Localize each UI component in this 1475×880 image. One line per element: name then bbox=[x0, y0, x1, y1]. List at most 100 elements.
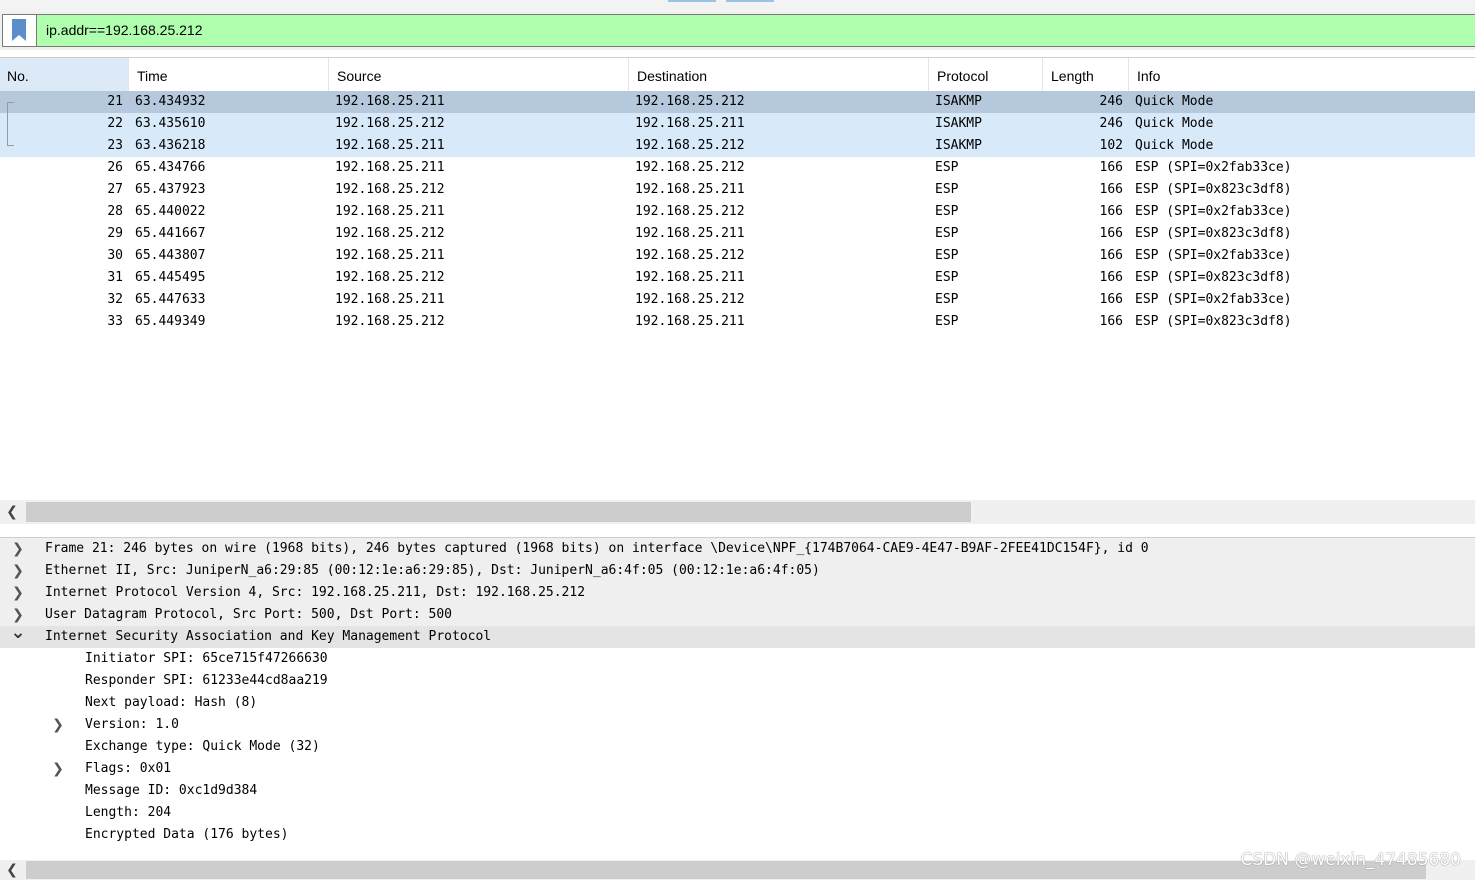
detail-tree-label: Internet Protocol Version 4, Src: 192.16… bbox=[45, 585, 586, 600]
packet-cell-src: 192.168.25.212 bbox=[335, 270, 445, 285]
packet-cell-len: 166 bbox=[1099, 248, 1123, 263]
packet-cell-len: 166 bbox=[1099, 182, 1123, 197]
packet-row[interactable]: 27 65.437923 192.168.25.212 192.168.25.211 E… bbox=[0, 179, 1475, 201]
packet-cell-info: ESP (SPI=0x2fab33ce) bbox=[1135, 248, 1292, 263]
chevron-left-icon[interactable]: ❮ bbox=[0, 500, 24, 524]
packet-cell-proto: ISAKMP bbox=[935, 138, 982, 153]
packet-cell-info: ESP (SPI=0x2fab33ce) bbox=[1135, 204, 1292, 219]
detail-tree-label: Encrypted Data (176 bytes) bbox=[85, 827, 289, 842]
detail-tree-label: Responder SPI: 61233e44cd8aa219 bbox=[85, 673, 328, 688]
detail-tree-label: Frame 21: 246 bytes on wire (1968 bits),… bbox=[45, 541, 1149, 556]
detail-tree-item[interactable]: ❯ User Datagram Protocol, Src Port: 500, … bbox=[0, 604, 1475, 626]
packet-cell-src: 192.168.25.211 bbox=[335, 138, 445, 153]
packet-cell-dst: 192.168.25.212 bbox=[635, 204, 745, 219]
packet-row[interactable]: 30 65.443807 192.168.25.211 192.168.25.212 E… bbox=[0, 245, 1475, 267]
packet-cell-no: 23 bbox=[107, 138, 123, 153]
chevron-down-icon[interactable]: ⌄ bbox=[10, 624, 26, 648]
packet-cell-src: 192.168.25.211 bbox=[335, 160, 445, 175]
packet-cell-len: 166 bbox=[1099, 204, 1123, 219]
packet-cell-len: 166 bbox=[1099, 226, 1123, 241]
packet-cell-info: ESP (SPI=0x2fab33ce) bbox=[1135, 160, 1292, 175]
packet-cell-proto: ESP bbox=[935, 226, 959, 241]
detail-tree-item[interactable]: ❯ Ethernet II, Src: JuniperN_a6:29:85 (00… bbox=[0, 560, 1475, 582]
chevron-right-icon[interactable]: ❯ bbox=[50, 714, 66, 736]
detail-tree-label: Next payload: Hash (8) bbox=[85, 695, 258, 710]
packet-cell-info: ESP (SPI=0x823c3df8) bbox=[1135, 226, 1292, 241]
packet-cell-src: 192.168.25.212 bbox=[335, 116, 445, 131]
packet-row[interactable]: 21 63.434932 192.168.25.211 192.168.25.212 I… bbox=[0, 91, 1475, 113]
packet-row[interactable]: 26 65.434766 192.168.25.211 192.168.25.212 E… bbox=[0, 157, 1475, 179]
packet-row[interactable]: 23 63.436218 192.168.25.211 192.168.25.212 I… bbox=[0, 135, 1475, 157]
packet-cell-no: 30 bbox=[107, 248, 123, 263]
detail-tree-item[interactable]: Encrypted Data (176 bytes) bbox=[0, 824, 1475, 846]
packet-cell-dst: 192.168.25.211 bbox=[635, 226, 745, 241]
detail-tree-item[interactable]: Exchange type: Quick Mode (32) bbox=[0, 736, 1475, 758]
packet-cell-time: 63.434932 bbox=[135, 94, 206, 109]
packet-cell-dst: 192.168.25.211 bbox=[635, 314, 745, 329]
packet-list: 21 63.434932 192.168.25.211 192.168.25.212 I… bbox=[0, 91, 1475, 333]
chevron-right-icon[interactable]: ❯ bbox=[10, 560, 26, 582]
packet-cell-no: 27 bbox=[107, 182, 123, 197]
detail-tree-label: Internet Security Association and Key Ma… bbox=[45, 629, 492, 644]
packet-cell-len: 166 bbox=[1099, 314, 1123, 329]
packet-cell-no: 33 bbox=[107, 314, 123, 329]
column-header-source[interactable]: Source bbox=[329, 58, 629, 92]
packet-row[interactable]: 22 63.435610 192.168.25.212 192.168.25.211 I… bbox=[0, 113, 1475, 135]
column-header-no[interactable]: No. bbox=[0, 58, 129, 92]
column-header-destination[interactable]: Destination bbox=[629, 58, 929, 92]
chevron-right-icon[interactable]: ❯ bbox=[50, 758, 66, 780]
packet-cell-dst: 192.168.25.212 bbox=[635, 248, 745, 263]
packet-cell-len: 166 bbox=[1099, 270, 1123, 285]
detail-tree-item[interactable]: Initiator SPI: 65ce715f47266630 bbox=[0, 648, 1475, 670]
detail-tree-item[interactable]: ❯ Version: 1.0 bbox=[0, 714, 1475, 736]
display-filter-input[interactable]: ip.addr==192.168.25.212 bbox=[2, 14, 1475, 47]
packet-cell-no: 22 bbox=[107, 116, 123, 131]
chevron-left-icon[interactable]: ❮ bbox=[0, 860, 24, 880]
packet-cell-src: 192.168.25.212 bbox=[335, 314, 445, 329]
packet-cell-proto: ISAKMP bbox=[935, 116, 982, 131]
scrollbar-thumb[interactable] bbox=[26, 861, 1426, 879]
column-header-info[interactable]: Info bbox=[1129, 58, 1475, 92]
detail-tree-item[interactable]: ❯ Flags: 0x01 bbox=[0, 758, 1475, 780]
packet-cell-proto: ESP bbox=[935, 270, 959, 285]
packet-row[interactable]: 29 65.441667 192.168.25.212 192.168.25.211 E… bbox=[0, 223, 1475, 245]
packet-cell-len: 166 bbox=[1099, 292, 1123, 307]
packet-cell-dst: 192.168.25.211 bbox=[635, 182, 745, 197]
packet-cell-time: 65.443807 bbox=[135, 248, 206, 263]
chevron-right-icon[interactable]: ❯ bbox=[10, 582, 26, 604]
detail-tree-label: Exchange type: Quick Mode (32) bbox=[85, 739, 320, 754]
chevron-right-icon[interactable]: ❯ bbox=[10, 538, 26, 560]
detail-tree-item[interactable]: ❯ Internet Protocol Version 4, Src: 192.1… bbox=[0, 582, 1475, 604]
packet-cell-proto: ESP bbox=[935, 160, 959, 175]
detail-tree-item[interactable]: Length: 204 bbox=[0, 802, 1475, 824]
packet-row[interactable]: 31 65.445495 192.168.25.212 192.168.25.211 E… bbox=[0, 267, 1475, 289]
packet-cell-info: Quick Mode bbox=[1135, 116, 1214, 131]
detail-tree-label: Message ID: 0xc1d9d384 bbox=[85, 783, 258, 798]
detail-tree-item[interactable]: ❯ Frame 21: 246 bytes on wire (1968 bits)… bbox=[0, 538, 1475, 560]
packet-cell-info: ESP (SPI=0x823c3df8) bbox=[1135, 314, 1292, 329]
packet-row[interactable]: 33 65.449349 192.168.25.212 192.168.25.211 E… bbox=[0, 311, 1475, 333]
packet-cell-src: 192.168.25.211 bbox=[335, 204, 445, 219]
detail-tree-item[interactable]: Next payload: Hash (8) bbox=[0, 692, 1475, 714]
column-header-time[interactable]: Time bbox=[129, 58, 329, 92]
column-header-length[interactable]: Length bbox=[1043, 58, 1129, 92]
detail-tree-item[interactable]: Message ID: 0xc1d9d384 bbox=[0, 780, 1475, 802]
packet-row[interactable]: 32 65.447633 192.168.25.211 192.168.25.212 E… bbox=[0, 289, 1475, 311]
packet-cell-dst: 192.168.25.212 bbox=[635, 94, 745, 109]
packet-cell-info: ESP (SPI=0x2fab33ce) bbox=[1135, 292, 1292, 307]
packet-row[interactable]: 28 65.440022 192.168.25.211 192.168.25.212 E… bbox=[0, 201, 1475, 223]
packet-list-hscrollbar[interactable]: ❮ bbox=[0, 500, 1475, 524]
packet-cell-no: 29 bbox=[107, 226, 123, 241]
detail-tree-label: Length: 204 bbox=[85, 805, 172, 820]
detail-tree-item[interactable]: Responder SPI: 61233e44cd8aa219 bbox=[0, 670, 1475, 692]
packet-cell-len: 246 bbox=[1099, 116, 1123, 131]
packet-cell-time: 65.449349 bbox=[135, 314, 206, 329]
filter-expression[interactable]: ip.addr==192.168.25.212 bbox=[46, 22, 202, 38]
column-header-protocol[interactable]: Protocol bbox=[929, 58, 1043, 92]
detail-tree-item[interactable]: ⌄ Internet Security Association and Key M… bbox=[0, 624, 1475, 648]
packet-cell-dst: 192.168.25.212 bbox=[635, 138, 745, 153]
filter-bookmark-button[interactable] bbox=[3, 15, 37, 46]
toolbar-tab-indicator bbox=[668, 0, 716, 2]
scrollbar-thumb[interactable] bbox=[26, 502, 971, 522]
packet-cell-proto: ESP bbox=[935, 182, 959, 197]
